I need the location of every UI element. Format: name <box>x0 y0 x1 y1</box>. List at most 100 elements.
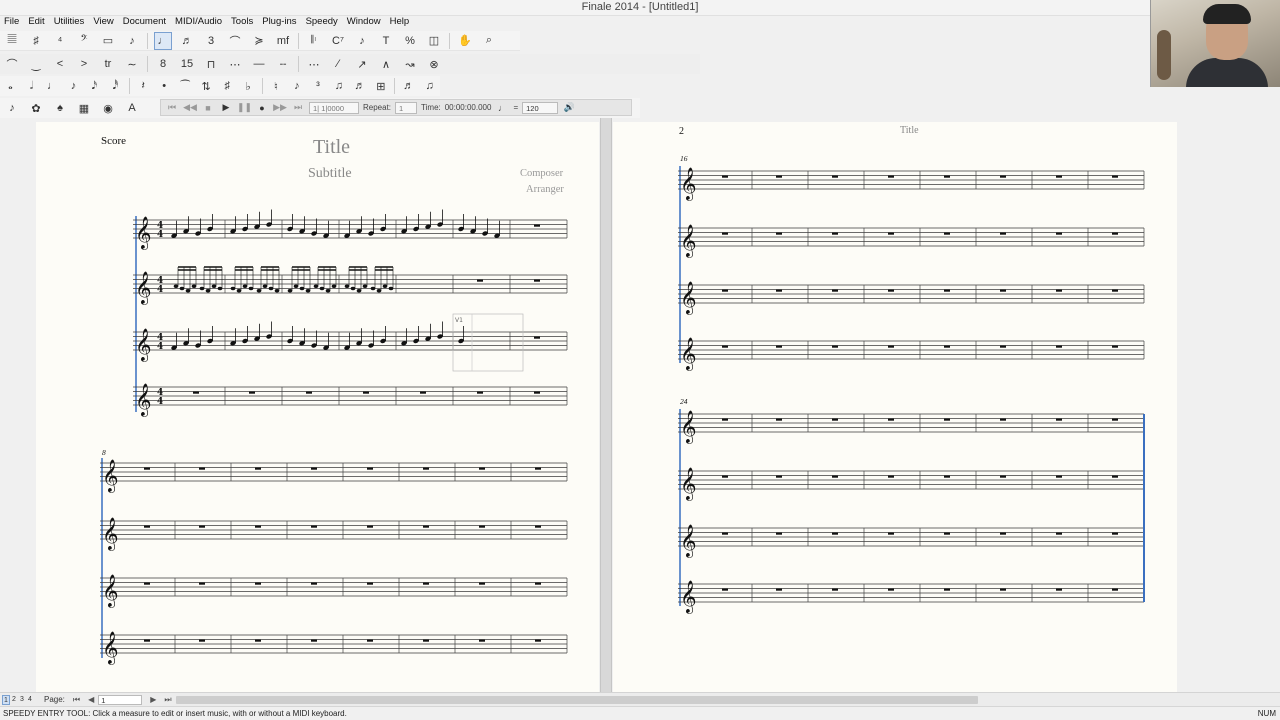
score-workspace[interactable]: Score Title Subtitle Composer Arranger 2… <box>0 118 1280 692</box>
cross-staff-icon[interactable]: ⊞ <box>373 77 388 95</box>
time-signature-icon[interactable]: ⁴ <box>51 32 69 50</box>
repeat-field[interactable]: 1 <box>395 101 418 114</box>
beam-icon[interactable]: ♫ <box>331 77 346 95</box>
dashed-bracket-icon[interactable]: ⋯ <box>226 55 244 73</box>
half-note-icon[interactable]: 𝅗𝅥 <box>24 77 39 95</box>
glissando-icon[interactable]: ⁄ <box>329 55 347 73</box>
speedy-entry-icon[interactable]: ♩ <box>154 31 172 50</box>
graphics-icon[interactable]: ◫ <box>425 32 443 50</box>
stop-icon[interactable]: ■ <box>201 103 215 113</box>
trill-extension-icon[interactable]: ∼ <box>123 55 141 73</box>
dot-icon[interactable]: • <box>157 77 172 95</box>
hand-grabber-icon[interactable]: ✋ <box>456 32 474 50</box>
custom-line-icon[interactable]: ↝ <box>401 55 419 73</box>
bend-icon[interactable]: ↗ <box>353 55 371 73</box>
notation-canvas[interactable]: 𝄞 44𝄞 44𝄞 44𝄞 44V1𝄞𝄞𝄞𝄞𝄞𝄞𝄞𝄞𝄞𝄞𝄞𝄞 <box>0 118 1280 692</box>
natural-icon[interactable]: ♮ <box>268 77 283 95</box>
position-field[interactable]: 1| 1|0000 <box>309 101 359 114</box>
playback-controls-icon[interactable]: ♪ <box>3 99 21 117</box>
quarter-note-icon[interactable]: ♩ <box>45 77 60 95</box>
menu-help[interactable]: Help <box>390 16 410 30</box>
last-page-icon[interactable]: ⏭ <box>164 695 171 705</box>
menu-edit[interactable]: Edit <box>28 16 44 30</box>
expression-icon[interactable]: mf <box>274 32 292 50</box>
tempo-field[interactable]: 120 <box>522 101 559 114</box>
crescendo-icon[interactable]: < <box>51 55 69 73</box>
speaker-icon[interactable]: 🔊 <box>562 102 576 113</box>
tuplet-icon[interactable]: 3 <box>202 32 220 50</box>
menu-file[interactable]: File <box>4 16 19 30</box>
first-page-icon[interactable]: ⏮ <box>73 695 80 705</box>
page-tab-2[interactable]: 2 <box>10 695 18 705</box>
break-beam-icon[interactable]: ♬ <box>352 77 367 95</box>
play-icon[interactable]: ▶ <box>219 102 233 113</box>
page-input[interactable]: 1 <box>98 694 143 705</box>
tuplet-entry-icon[interactable]: ³ <box>310 77 325 95</box>
menu-tools[interactable]: Tools <box>231 16 253 30</box>
instrument-icon[interactable]: ♠ <box>51 99 69 117</box>
exercise-icon[interactable]: A <box>123 99 141 117</box>
fast-forward-icon[interactable]: ▶▶ <box>273 102 287 113</box>
forward-end-icon[interactable]: ⏭ <box>291 102 305 113</box>
clef-icon[interactable]: 𝄢 <box>75 32 93 50</box>
voice-icon[interactable]: ♬ <box>401 77 416 95</box>
audio-icon[interactable]: ◉ <box>99 99 117 117</box>
page-tab-1[interactable]: 1 <box>2 694 10 705</box>
dashed-line-icon[interactable]: ╌ <box>274 55 292 73</box>
menu-utilities[interactable]: Utilities <box>54 16 85 30</box>
chord-icon[interactable]: C⁷ <box>329 32 347 50</box>
quindicesima-icon[interactable]: 15 <box>178 55 196 73</box>
sixteenth-note-icon[interactable]: 𝅘𝅥𝅯 <box>87 77 102 95</box>
menu-midi-audio[interactable]: MIDI/Audio <box>175 16 222 30</box>
whole-note-icon[interactable]: 𝅝 <box>3 77 18 95</box>
eighth-note-icon[interactable]: ♪ <box>66 77 81 95</box>
text-tool-icon[interactable]: T <box>377 32 395 50</box>
staff-tool-icon[interactable]: 𝄚 <box>3 32 21 50</box>
grace-icon[interactable]: ♪ <box>289 77 304 95</box>
next-page-icon[interactable]: ▶ <box>150 695 156 704</box>
repeat-icon[interactable]: 𝄆 <box>305 32 323 50</box>
page-tab-3[interactable]: 3 <box>18 695 26 705</box>
page-tab-4[interactable]: 4 <box>26 695 34 705</box>
layer-icon[interactable]: ♫ <box>422 77 437 95</box>
dotted-line-icon[interactable]: ⋯ <box>305 55 323 73</box>
flat-icon[interactable]: ♭ <box>241 77 256 95</box>
decrescendo-icon[interactable]: > <box>75 55 93 73</box>
scroll-thumb[interactable] <box>176 696 978 704</box>
tempo-note-icon[interactable]: ♩ <box>495 103 509 113</box>
measure-tool-icon[interactable]: ▭ <box>99 32 117 50</box>
horizontal-scrollbar[interactable]: 1 2 3 4 Page: ⏮ ◀ 1 ▶ ⏭ ◂ <box>0 692 1280 706</box>
menu-speedy[interactable]: Speedy <box>306 16 338 30</box>
record-icon[interactable]: ● <box>255 103 269 113</box>
menu-window[interactable]: Window <box>347 16 381 30</box>
flip-icon[interactable]: ⇅ <box>199 77 214 95</box>
line-icon[interactable]: — <box>250 55 268 73</box>
tie-shape-icon[interactable]: ‿ <box>27 55 45 73</box>
custom-shape-icon[interactable]: ⊗ <box>425 55 443 73</box>
tie-icon[interactable]: ⁀ <box>178 77 193 95</box>
resize-icon[interactable]: % <box>401 32 419 50</box>
bracket-icon[interactable]: ⊓ <box>202 55 220 73</box>
pause-icon[interactable]: ❚❚ <box>237 102 252 113</box>
menu-view[interactable]: View <box>93 16 113 30</box>
mixer-icon[interactable]: ▦ <box>75 99 93 117</box>
tab-slide-icon[interactable]: ∧ <box>377 55 395 73</box>
rewind-start-icon[interactable]: ⏮ <box>165 102 179 113</box>
lyrics-icon[interactable]: ♪ <box>353 32 371 50</box>
trill-icon[interactable]: tr <box>99 55 117 73</box>
zoom-icon[interactable]: ⌕ <box>480 32 498 50</box>
rest-icon[interactable]: 𝄽 <box>136 77 151 95</box>
slur-icon[interactable]: ⌒ <box>3 55 21 73</box>
prev-page-icon[interactable]: ◀ <box>88 695 94 704</box>
menu-plug-ins[interactable]: Plug-ins <box>262 16 296 30</box>
key-signature-icon[interactable]: ♯ <box>27 32 45 50</box>
ottava-icon[interactable]: 8 <box>154 55 172 73</box>
simple-entry-icon[interactable]: ♪ <box>123 32 141 50</box>
sharp-icon[interactable]: ♯ <box>220 77 235 95</box>
palette-icon[interactable]: ✿ <box>27 99 45 117</box>
hyperscribe-icon[interactable]: ♬ <box>178 32 196 50</box>
menu-document[interactable]: Document <box>123 16 166 30</box>
articulation-icon[interactable]: ≽ <box>250 32 268 50</box>
smart-shape-icon[interactable]: ⌒ <box>226 32 244 50</box>
rewind-icon[interactable]: ◀◀ <box>183 102 197 113</box>
